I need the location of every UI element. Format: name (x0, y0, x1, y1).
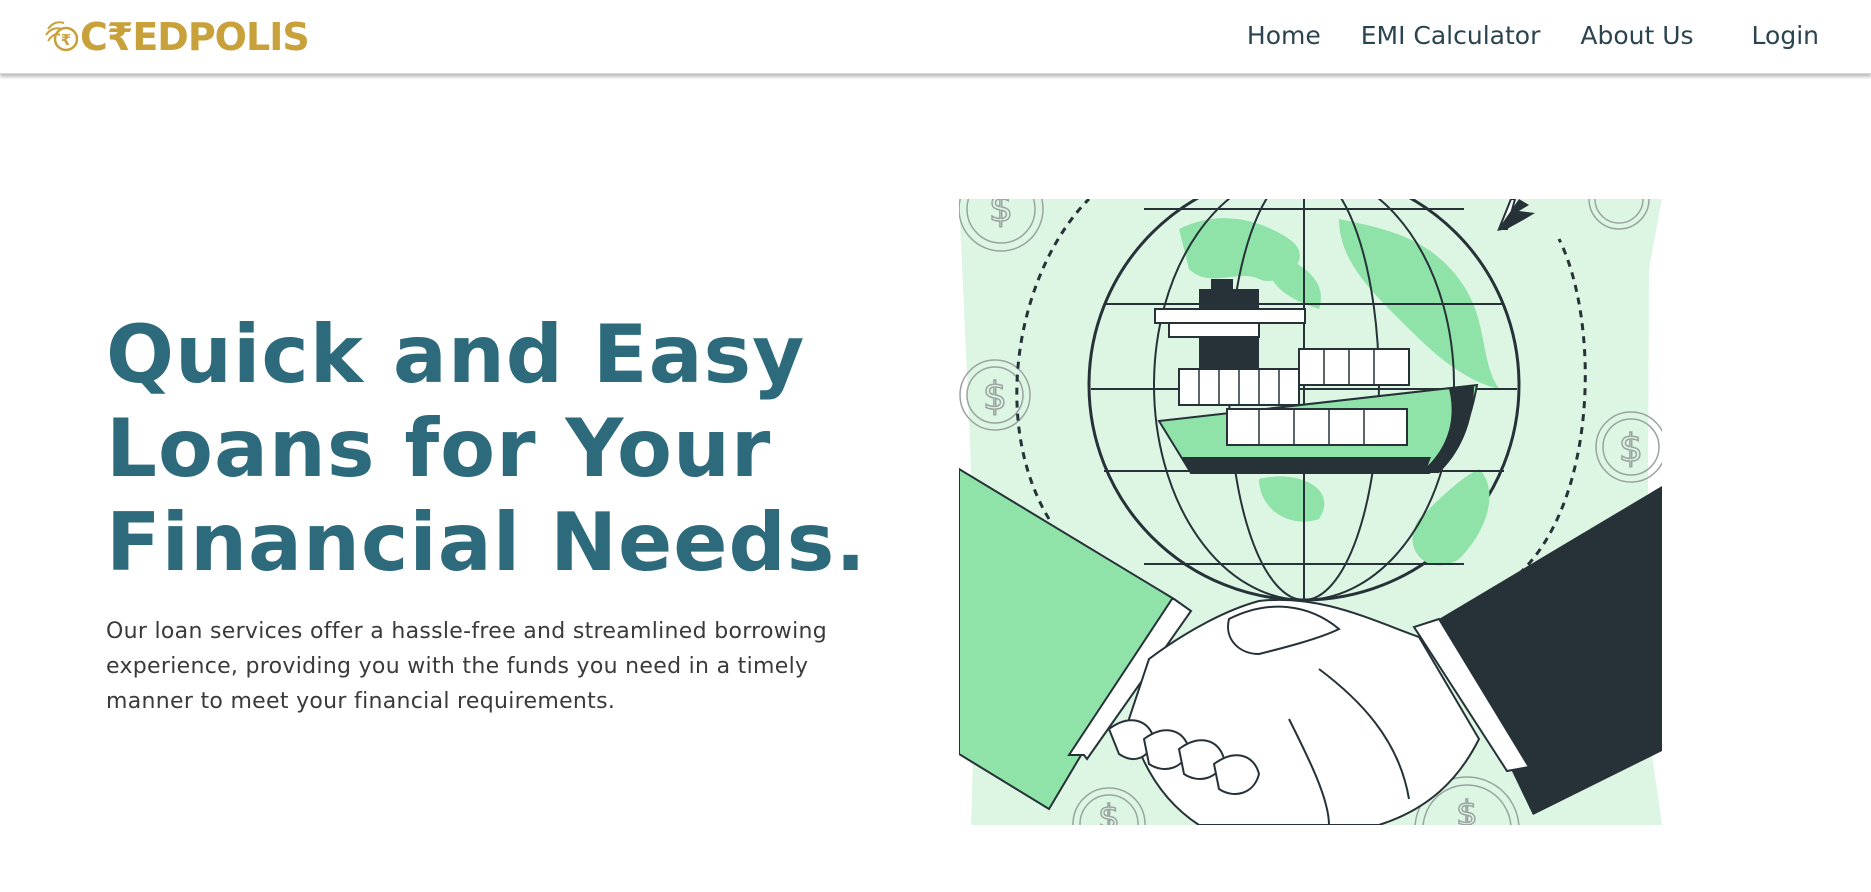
nav-emi-calculator-link[interactable]: EMI Calculator (1361, 18, 1541, 54)
handshake-globe-illustration: $ $ $ $ $ (959, 199, 1662, 825)
svg-text:$: $ (983, 374, 1007, 418)
top-navbar: ₹ C₹EDPOLIS Home EMI Calculator About Us… (0, 0, 1871, 74)
hero-title: Quick and Easy Loans for Your Financial … (106, 308, 867, 589)
main-nav: Home EMI Calculator About Us Login (1247, 18, 1819, 54)
nav-login-link[interactable]: Login (1752, 18, 1819, 54)
nav-about-us-link[interactable]: About Us (1580, 18, 1693, 54)
rupee-coin-logo-icon: ₹ (45, 21, 78, 52)
svg-text:₹: ₹ (61, 31, 71, 49)
svg-text:$: $ (1456, 794, 1478, 825)
nav-home-link[interactable]: Home (1247, 18, 1321, 54)
svg-text:$: $ (1619, 426, 1643, 470)
brand-name: C₹EDPOLIS (80, 15, 310, 59)
svg-text:$: $ (989, 199, 1013, 230)
brand-logo[interactable]: ₹ C₹EDPOLIS (44, 15, 310, 59)
hero-description: Our loan services offer a hassle-free an… (106, 619, 828, 714)
svg-text:$: $ (1098, 798, 1120, 825)
